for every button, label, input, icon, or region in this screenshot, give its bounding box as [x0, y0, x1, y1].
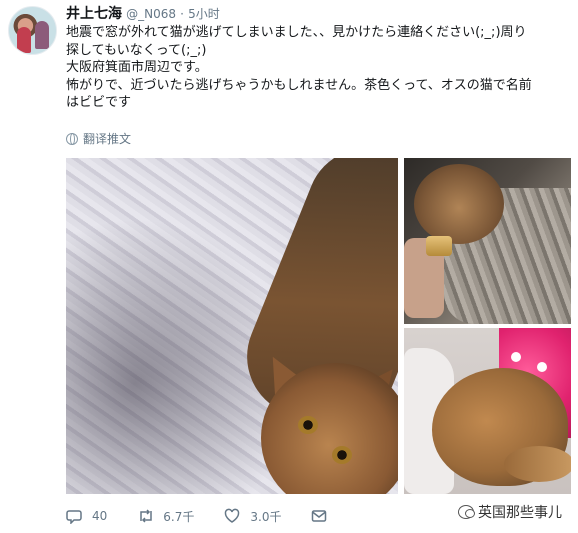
tweet-text-line: はビビです: [66, 95, 132, 110]
author-avatar[interactable]: [8, 6, 57, 55]
tweet-photo-main[interactable]: [66, 158, 398, 494]
header-separator: ·: [180, 7, 184, 21]
like-icon: [224, 508, 240, 524]
retweet-count: 6.7千: [163, 509, 195, 524]
cat-eye-right: [332, 446, 352, 464]
cat-head: [414, 164, 504, 244]
wristwatch: [426, 236, 452, 256]
reply-icon: [66, 508, 82, 525]
tweet-actions: 40 6.7千 3.0千: [66, 505, 357, 527]
retweet-icon: [137, 508, 153, 524]
watermark-text: 英国那些事儿: [478, 505, 562, 521]
tweet-text-line: 探してもいなくって(;_;): [66, 42, 207, 58]
translate-label: 翻译推文: [83, 132, 132, 146]
tweet-photo-bottom-right[interactable]: [404, 328, 571, 494]
author-handle[interactable]: @_N068: [126, 7, 176, 21]
like-count: 3.0千: [250, 509, 282, 524]
translate-tweet-link[interactable]: 翻译推文: [66, 130, 131, 147]
direct-message-button[interactable]: [311, 508, 327, 524]
tweet-text-line: 大阪府箕面市周辺です。: [66, 60, 208, 75]
watermark: 英国那些事儿: [458, 502, 562, 522]
cat-eye-left: [298, 416, 318, 434]
tweet-text: 地震で窓が外れて猫が逃げてしまいました、、見かけたら連絡ください(;_;)周り …: [66, 24, 571, 112]
cat-tail: [504, 446, 571, 482]
retweet-button[interactable]: 6.7千: [137, 508, 194, 525]
reply-count: 40: [92, 509, 108, 523]
translate-globe-icon: [66, 132, 78, 145]
avatar-figure-right: [35, 21, 49, 49]
tweet-timestamp[interactable]: 5小时: [188, 7, 220, 21]
tweet-header: 井上七海 @_N068 · 5小时: [66, 5, 220, 23]
tweet-text-line: 地震で窓が外れて猫が逃げてしまいました、、見かけたら連絡ください(;_;)周り: [66, 25, 527, 40]
wechat-icon: [458, 505, 475, 519]
like-button[interactable]: 3.0千: [224, 508, 281, 525]
reply-button[interactable]: 40: [66, 508, 108, 525]
direct-message-icon: [311, 508, 327, 524]
tweet-photo-top-right[interactable]: [404, 158, 571, 324]
avatar-figure-left: [17, 27, 31, 53]
tweet-text-line: 怖がりで、近づいたら逃げちゃうかもしれません。茶色くって、オスの猫で名前: [66, 77, 532, 93]
author-name[interactable]: 井上七海: [66, 6, 122, 22]
